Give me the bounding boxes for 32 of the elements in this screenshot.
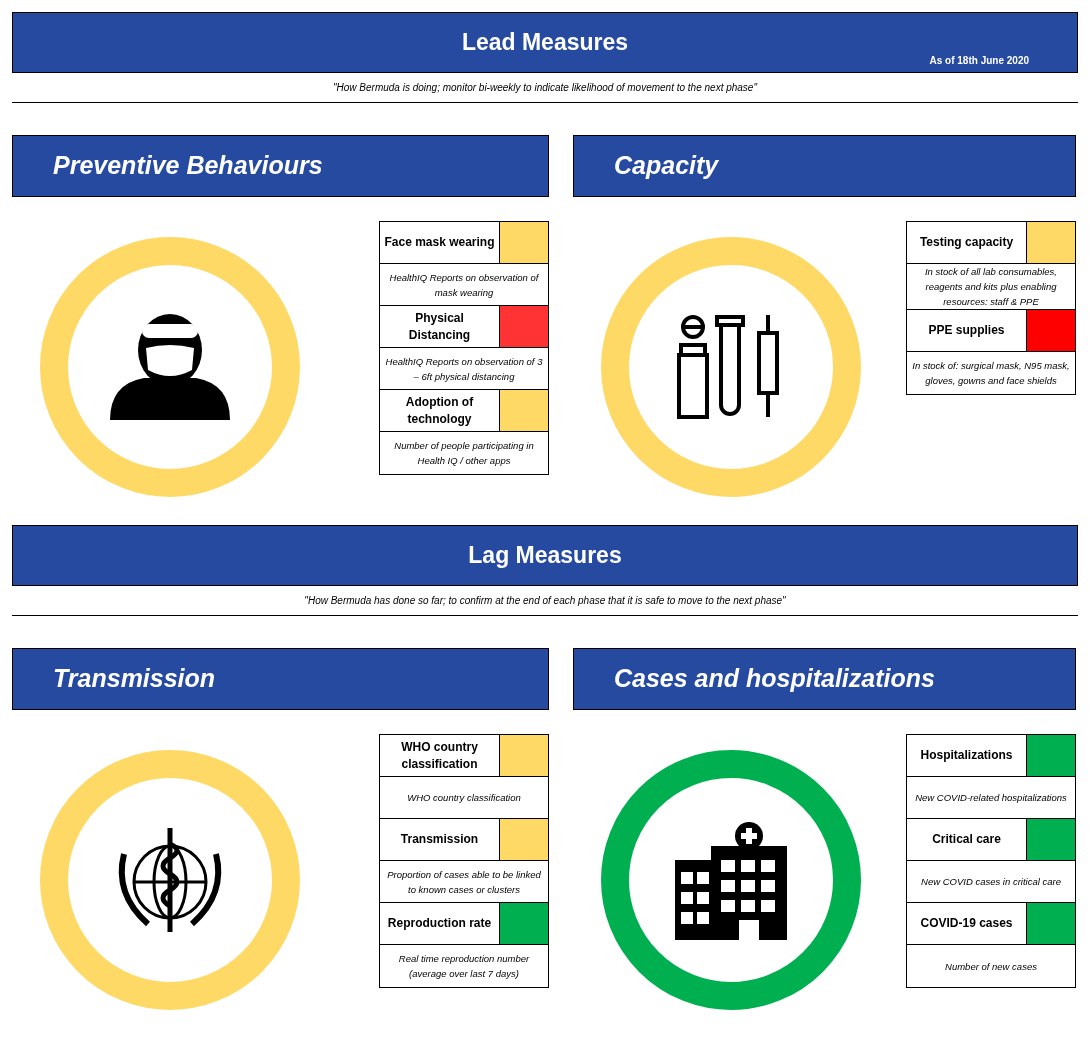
panel-title: Preventive Behaviours <box>53 150 323 182</box>
indicator-description: Number of new cases <box>945 959 1037 974</box>
indicator-name: COVID-19 cases <box>920 915 1013 932</box>
indicator-name: Reproduction rate <box>387 915 492 932</box>
masked-person-icon <box>108 312 232 422</box>
indicator-name: Physical Distancing <box>407 309 472 344</box>
indicator-description: Real time reproduction number (average over last 7 days) <box>397 952 531 981</box>
indicator-name: Transmission <box>400 831 479 848</box>
section-title: Lead Measures <box>461 28 629 58</box>
indicator-name: Adoption of technology <box>404 393 475 428</box>
panel-title: Capacity <box>614 150 719 182</box>
indicator-description: Proportion of cases able to be linked to known cases or clusters <box>386 867 542 897</box>
indicator-name: WHO country classification <box>400 738 479 773</box>
indicator-description: New COVID cases in critical care <box>921 875 1061 889</box>
indicator-description: In stock of all lab consumables, reagents and kits plus enabling resources: staff & PPE <box>924 265 1058 309</box>
section-title: Lag Measures <box>468 541 622 571</box>
indicator-name: Critical care <box>932 831 1001 848</box>
date-label: As of 18th June 2020 <box>929 54 1029 68</box>
indicator-description: New COVID-related hospitalizations <box>915 791 1067 805</box>
indicator-name: Hospitalizations <box>920 747 1013 764</box>
indicator-description: In stock of: surgical mask, N95 mask, gloves, gowns and face shields <box>911 359 1071 388</box>
panel-title: Transmission <box>53 663 216 695</box>
panel-title: Cases and hospitalizations <box>614 663 935 695</box>
indicator-name: PPE supplies <box>928 322 1005 339</box>
indicator-description: Number of people participating in Health IQ / other apps <box>393 439 535 468</box>
indicator-description: HealthIQ Reports on observation of mask wearing <box>388 270 540 300</box>
indicator-description: HealthIQ Reports on observation of 3 – 6ft physical distancing <box>384 354 544 384</box>
section-subtitle: "How Bermuda is doing; monitor bi-weekly to indicate likelihood of movement to the next phase" <box>333 81 757 95</box>
indicator-name: Testing capacity <box>919 234 1014 251</box>
indicator-description: WHO country classification <box>407 791 521 805</box>
section-subtitle: "How Bermuda has done so far; to confirm at the end of each phase that it is safe to move to the next phase" <box>304 594 786 608</box>
indicator-name: Face mask wearing <box>384 234 495 251</box>
